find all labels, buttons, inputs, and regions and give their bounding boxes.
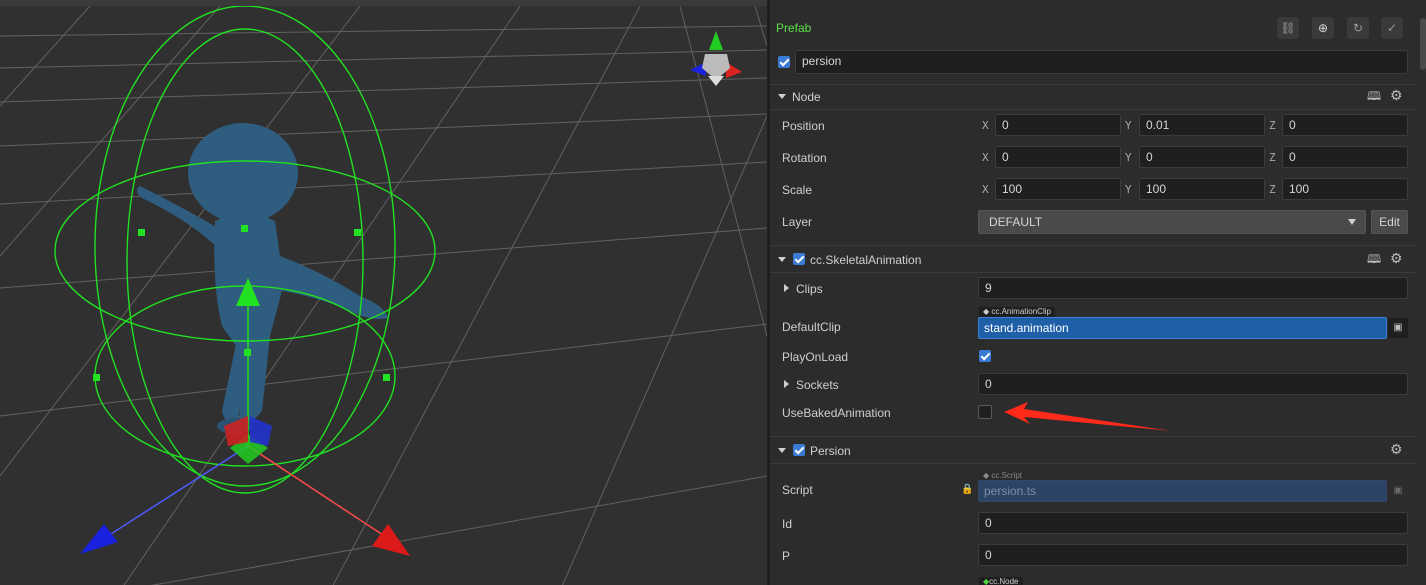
use-baked-animation-label: UseBakedAnimation [782,406,891,420]
script-label: Script [782,483,813,497]
position-label: Position [782,119,825,133]
lock-icon: 🔒 [961,484,974,495]
axis-y-label: Y [1125,151,1132,164]
inspector-panel: Prefab ⛓ ⊕ ↻ ✓ persion Node 🕮 ⚙ Position… [770,0,1426,585]
id-input[interactable]: 0 [978,512,1408,534]
refresh-icon[interactable]: ↻ [1347,17,1369,39]
node-active-checkbox[interactable] [778,56,790,68]
layer-select-value: DEFAULT [989,215,1043,229]
scene-viewport[interactable] [0,0,767,585]
collapse-skeletal-toggle[interactable] [778,257,786,262]
link-icon[interactable]: ⛓ [1277,17,1299,39]
gear-icon[interactable]: ⚙ [1390,88,1403,102]
layer-edit-button[interactable]: Edit [1371,210,1408,234]
ground-grid [0,6,767,585]
scale-label: Scale [782,183,813,197]
clips-label: Clips [796,282,823,296]
position-z-input[interactable]: 0 [1282,114,1408,136]
rotation-label: Rotation [782,151,827,165]
divider [770,109,1416,110]
node-type-tag: ◆cc.Node [979,577,1023,585]
axis-z-label: Z [1269,151,1276,164]
use-baked-animation-checkbox[interactable] [978,405,992,419]
script-field: persion.ts [978,480,1387,502]
expand-sockets-toggle[interactable] [784,380,789,388]
id-label: Id [782,517,793,531]
axis-z-label: Z [1269,119,1276,132]
skeletal-enabled-checkbox[interactable] [793,253,805,265]
clips-count-input[interactable]: 9 [978,277,1408,299]
collapse-persion-toggle[interactable] [778,448,786,453]
check-circle-icon[interactable]: ✓ [1381,17,1403,39]
dropdown-arrow-icon[interactable] [1348,219,1356,225]
gear-icon[interactable]: ⚙ [1390,442,1403,456]
node-type-text: cc.Node [989,577,1019,585]
play-on-load-checkbox[interactable] [979,350,991,362]
sockets-count-input[interactable]: 0 [978,373,1408,395]
z-axis-arrow[interactable] [80,524,118,554]
divider [770,272,1416,273]
divider [770,245,1416,246]
node-section-title[interactable]: Node [792,90,821,104]
character-model[interactable] [136,123,388,434]
position-y-input[interactable]: 0.01 [1139,114,1265,136]
position-x-input[interactable]: 0 [995,114,1121,136]
asset-picker-icon: ▣ [1388,481,1408,501]
sockets-label: Sockets [796,378,839,392]
axis-z-label: Z [1269,183,1276,196]
scene-canvas[interactable] [0,6,767,585]
p-input[interactable]: 0 [978,544,1408,566]
axis-x-label: X [982,151,989,164]
default-clip-label: DefaultClip [782,320,841,334]
rotation-z-input[interactable]: 0 [1282,146,1408,168]
asset-type-text: cc.AnimationClip [991,307,1051,316]
rotation-y-input[interactable]: 0 [1139,146,1265,168]
scale-x-input[interactable]: 100 [995,178,1121,200]
scale-z-input[interactable]: 100 [1282,178,1408,200]
asset-picker-icon[interactable]: ▣ [1388,318,1408,338]
book-icon[interactable]: 🕮 [1367,89,1381,103]
play-on-load-label: PlayOnLoad [782,350,849,364]
node-name-input[interactable]: persion [795,50,1408,74]
prefab-title: Prefab [776,21,812,35]
gear-icon[interactable]: ⚙ [1390,251,1403,265]
persion-section-title[interactable]: Persion [810,444,851,458]
divider [770,436,1416,437]
axis-y-label: Y [1125,119,1132,132]
locate-icon[interactable]: ⊕ [1312,17,1334,39]
asset-type-tag: ◆ cc.AnimationClip [979,307,1055,317]
layer-select[interactable]: DEFAULT [978,210,1366,234]
skeletal-section-title[interactable]: cc.SkeletalAnimation [810,253,921,267]
script-type-text: cc.Script [991,471,1023,480]
p-label: P [782,549,791,563]
layer-label: Layer [782,215,813,229]
axis-y-label: Y [1125,183,1132,196]
axis-x-label: X [982,183,989,196]
x-axis-line [247,445,393,542]
divider [770,84,1416,85]
default-clip-field[interactable]: stand.animation [978,317,1387,339]
inspector-scrollbar[interactable] [1420,18,1426,70]
collapse-node-toggle[interactable] [778,94,786,99]
rotation-x-input[interactable]: 0 [995,146,1121,168]
view-orientation-gizmo[interactable] [690,31,742,86]
persion-enabled-checkbox[interactable] [793,444,805,456]
scale-y-input[interactable]: 100 [1139,178,1265,200]
z-axis-line [99,445,249,542]
book-icon[interactable]: 🕮 [1367,252,1381,266]
divider [770,463,1416,464]
axis-x-label: X [982,119,989,132]
expand-clips-toggle[interactable] [784,284,789,292]
plane-handle-yz[interactable] [250,416,272,446]
